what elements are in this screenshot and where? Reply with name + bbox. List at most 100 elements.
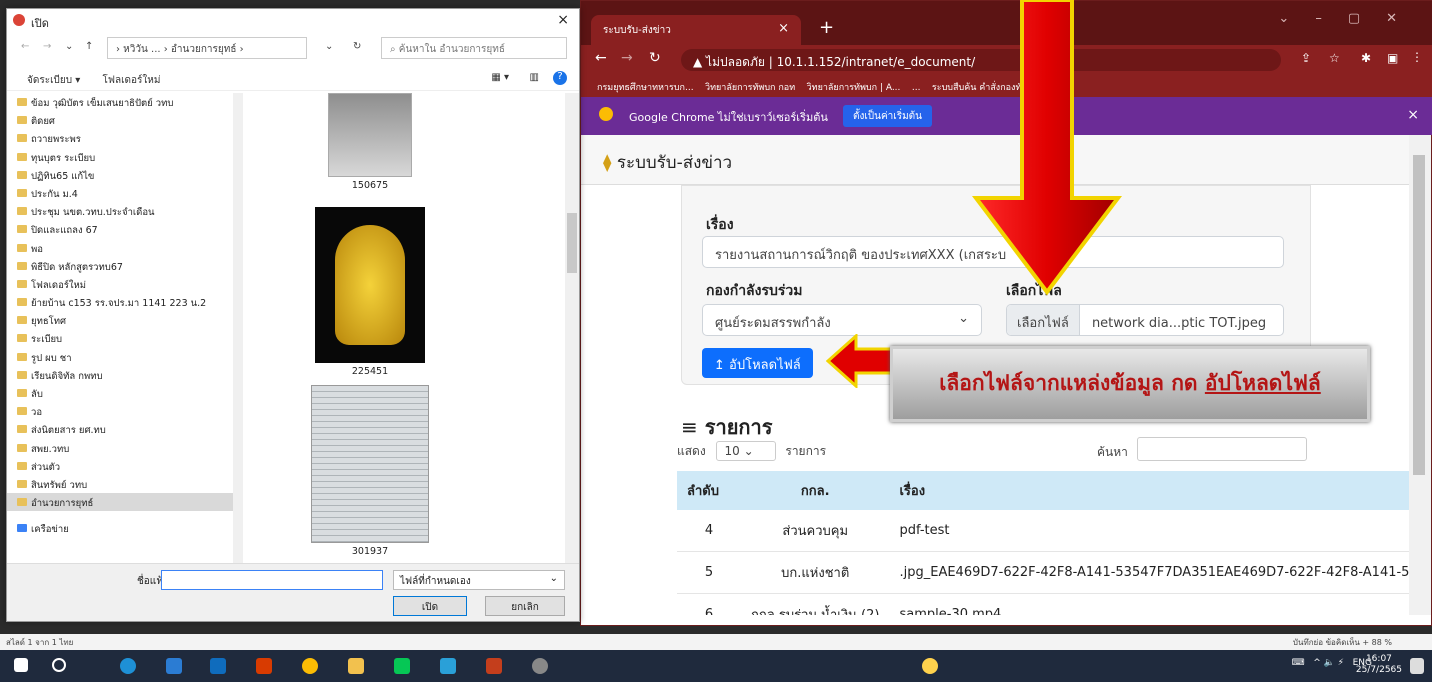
folder-item[interactable]: ย้ายบ้าน c153 รร.จปร.มา 1141 223 น.2 [7,293,243,311]
chrome-icon[interactable] [302,658,318,674]
folder-item[interactable]: ปิดและแถลง 67 [7,220,243,238]
upload-button[interactable]: ↥ อัปโหลดไฟล์ [702,348,813,378]
folder-item[interactable]: ส่งนิตยสาร ยศ.ทบ [7,420,243,438]
filename-input[interactable] [161,570,383,590]
up-icon[interactable]: ↑ [85,41,93,52]
powerpoint-icon[interactable] [486,658,502,674]
page-scrollbar[interactable] [1409,135,1431,615]
scrollbar-thumb[interactable] [1413,155,1425,475]
folder-item[interactable]: ทุนบุตร ระเบียบ [7,148,243,166]
folder-item[interactable]: รูป ผบ ชา [7,348,243,366]
star-icon[interactable]: ☆ [1329,51,1340,65]
file-item[interactable]: 301937 [311,385,429,557]
set-default-button[interactable]: ตั้งเป็นค่าเริ่มต้น [843,105,932,127]
folder-item[interactable]: ระเบียบ [7,329,243,347]
edge-icon[interactable] [120,658,136,674]
choose-file-button[interactable]: เลือกไฟล์ [1007,305,1080,335]
unit-label: กองกำลังรบร่วม [706,283,803,299]
cell-order: 6 [677,593,741,615]
view-icon[interactable]: ▦ ▾ [491,72,509,83]
office-icon[interactable] [256,658,272,674]
table-row[interactable]: 5 บก.แห่งชาติ .jpg_EAE469D7-622F-42F8-A1… [677,551,1409,594]
folder-item[interactable]: ปฏิทิน65 แก้ไข [7,166,243,184]
forward-icon[interactable]: → [621,50,633,66]
file-explorer-icon[interactable] [348,658,364,674]
folder-icon [17,498,27,507]
bookmark-item[interactable]: วิทยาลัยการทัพบก กอท [705,83,795,93]
folder-item[interactable]: ประกัน ม.4 [7,184,243,202]
cell-order: 5 [677,551,741,594]
sidepanel-icon[interactable]: ▣ [1387,51,1398,65]
file-item[interactable]: 150675 [311,93,429,191]
folder-item[interactable]: ส่วนตัว [7,457,243,475]
bookmark-item[interactable]: วิทยาลัยการทัพบก | A... [807,83,901,93]
help-icon[interactable] [922,658,938,674]
bookmark-item[interactable]: ... [912,83,921,93]
folder-item[interactable]: ประชุม นขต.วทบ.ประจำเดือน [7,202,243,220]
start-icon[interactable] [14,658,28,672]
col-subject[interactable]: เรื่อง [889,471,1409,510]
unit-select[interactable]: ศูนย์ระดมสรรพกำลัง ⌄ [702,304,982,336]
reload-icon[interactable]: ↻ [649,50,661,66]
open-button[interactable]: เปิด [393,596,467,616]
chrome-active-icon[interactable] [532,658,548,674]
tab-close-icon[interactable]: × [778,21,789,36]
folder-item[interactable]: สินทรัพย์ วทบ [7,475,243,493]
folder-item[interactable]: ข้อม วุฒิบัตร เข็มเสนยาธิปัตย์ วทบ [7,93,243,111]
store-icon[interactable] [166,658,182,674]
file-item[interactable]: 225451 [311,207,429,377]
new-folder-button[interactable]: โฟลเดอร์ใหม่ [103,75,161,86]
clock[interactable]: 16:07 25/7/2565 [1356,654,1402,676]
folder-item[interactable]: วอ [7,402,243,420]
photos-icon[interactable] [440,658,456,674]
tree-scrollbar[interactable] [233,93,243,563]
folder-item[interactable]: พิธีปิด หลักสูตรวทบ67 [7,257,243,275]
preview-pane-icon[interactable]: ▥ [530,72,539,83]
col-order[interactable]: ลำดับ [677,471,741,510]
folder-item[interactable]: พอ [7,239,243,257]
upload-label: อัปโหลดไฟล์ [729,358,801,373]
back-icon[interactable]: ← [21,41,29,52]
chevron-down-icon[interactable]: ⌄ [325,41,333,52]
folder-item[interactable]: ยุทธโทศ [7,311,243,329]
mail-icon[interactable] [210,658,226,674]
table-row[interactable]: 6 กกล.รบร่วม น้ำเงิน (2) sample-30.mp4 [677,593,1409,615]
folder-item[interactable]: เรียนดิจิทัล กพทบ [7,366,243,384]
network-item[interactable]: เครือข่าย [7,519,243,537]
path-breadcrumb[interactable]: › หวิวัน ... › อำนวยการยุทธ์ › [107,37,307,59]
folder-item-selected[interactable]: อำนวยการยุทธ์ [7,493,243,512]
infobar-close-icon[interactable]: × [1407,107,1419,123]
share-icon[interactable]: ⇪ [1301,51,1311,65]
dialog-close-icon[interactable]: × [557,12,569,28]
filetype-select[interactable]: ไฟล์ที่กำหนดเอง ⌄ [393,570,565,590]
back-icon[interactable]: ← [595,50,607,66]
search-input[interactable] [1137,437,1307,461]
new-tab-button[interactable]: + [819,17,834,38]
cancel-button[interactable]: ยกเลิก [485,596,565,616]
thumbnails-scrollbar[interactable] [565,93,579,563]
folder-item[interactable]: สพย.วทบ [7,439,243,457]
extensions-icon[interactable]: ✱ [1361,51,1371,65]
folder-item[interactable]: ลับ [7,384,243,402]
folder-item[interactable]: โฟลเดอร์ใหม่ [7,275,243,293]
refresh-icon[interactable]: ↻ [353,41,361,52]
folder-item[interactable]: ถวายพระพร [7,129,243,147]
bookmark-item[interactable]: กรมยุทธศึกษาทหารบก... [597,83,694,93]
col-unit[interactable]: กกล. [741,471,890,510]
page-size-select[interactable]: 10 ⌄ [715,441,776,461]
forward-icon[interactable]: → [43,41,51,52]
dialog-search-input[interactable]: ⌕ ค้นหาใน อำนวยการยุทธ์ [381,37,567,59]
chevron-down-icon[interactable]: ⌄ [65,41,73,52]
folder-item[interactable]: ติดยศ [7,111,243,129]
menu-icon[interactable]: ⋮ [1411,50,1423,64]
table-row[interactable]: 4 ส่วนควบคุม pdf-test [677,510,1409,552]
search-icon[interactable] [52,658,66,672]
organize-button[interactable]: จัดระเบียบ ▾ [27,75,80,86]
help-icon[interactable]: ? [553,71,567,85]
line-icon[interactable] [394,658,410,674]
browser-tab[interactable]: ระบบรับ-ส่งข่าว × [591,15,801,45]
scrollbar-thumb[interactable] [567,213,577,273]
window-controls[interactable]: ⌄–▢✕ [1278,11,1423,26]
notification-icon[interactable] [1410,658,1424,674]
file-input[interactable]: เลือกไฟล์ network dia...ptic TOT.jpeg [1006,304,1284,336]
